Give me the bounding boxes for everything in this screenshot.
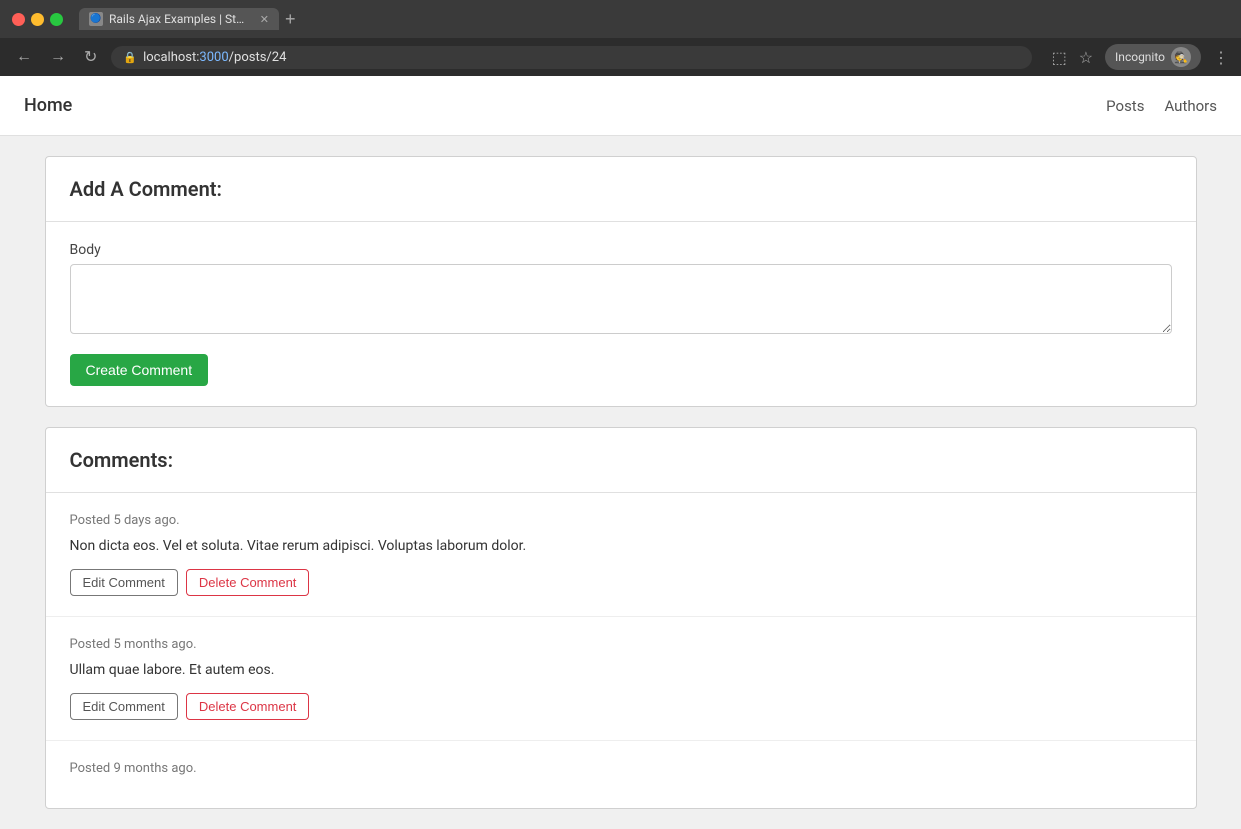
delete-comment-button[interactable]: Delete Comment	[186, 693, 310, 720]
minimize-window-button[interactable]	[31, 13, 44, 26]
incognito-label: Incognito	[1115, 50, 1165, 64]
comment-item: Posted 9 months ago.	[46, 741, 1196, 808]
edit-comment-button[interactable]: Edit Comment	[70, 569, 178, 596]
comment-meta: Posted 5 days ago.	[70, 513, 1172, 528]
url-prefix: localhost:	[143, 50, 199, 65]
body-textarea[interactable]	[70, 264, 1172, 334]
incognito-avatar: 🕵	[1171, 47, 1191, 67]
nav-brand[interactable]: Home	[24, 95, 72, 116]
comment-meta: Posted 9 months ago.	[70, 761, 1172, 776]
browser-chrome: 🔵 Rails Ajax Examples | Steve Po ✕ + ← →…	[0, 0, 1241, 76]
add-comment-title: Add A Comment:	[70, 177, 1172, 201]
delete-comment-button[interactable]: Delete Comment	[186, 569, 310, 596]
tab-close-icon[interactable]: ✕	[260, 13, 269, 26]
address-text: localhost:3000/posts/24	[143, 50, 1019, 65]
tab-title: Rails Ajax Examples | Steve Po	[109, 12, 250, 26]
comment-body: Ullam quae labore. Et autem eos.	[70, 660, 1172, 681]
comment-item: Posted 5 days ago. Non dicta eos. Vel et…	[46, 493, 1196, 617]
new-tab-button[interactable]: +	[285, 9, 296, 30]
navbar: Home Posts Authors	[0, 76, 1241, 136]
add-comment-card-header: Add A Comment:	[46, 157, 1196, 222]
browser-toolbar-right: ⬚ ☆ Incognito 🕵 ⋮	[1052, 44, 1229, 70]
add-comment-card: Add A Comment: Body Create Comment	[45, 156, 1197, 407]
tab-favicon: 🔵	[89, 12, 103, 26]
active-tab[interactable]: 🔵 Rails Ajax Examples | Steve Po ✕	[79, 8, 279, 30]
nav-link-posts[interactable]: Posts	[1106, 97, 1144, 115]
comments-section: Comments: Posted 5 days ago. Non dicta e…	[45, 427, 1197, 809]
more-options-icon[interactable]: ⋮	[1213, 48, 1229, 67]
main-content: Add A Comment: Body Create Comment Comme…	[21, 136, 1221, 829]
edit-comment-button[interactable]: Edit Comment	[70, 693, 178, 720]
comment-body: Non dicta eos. Vel et soluta. Vitae reru…	[70, 536, 1172, 557]
comments-title: Comments:	[70, 448, 1172, 472]
back-button[interactable]: ←	[12, 46, 36, 68]
comments-header: Comments:	[46, 428, 1196, 493]
comment-item: Posted 5 months ago. Ullam quae labore. …	[46, 617, 1196, 741]
body-form-group: Body	[70, 242, 1172, 338]
create-comment-button[interactable]: Create Comment	[70, 354, 209, 386]
window-controls	[12, 13, 63, 26]
screenshot-icon[interactable]: ⬚	[1052, 48, 1067, 67]
body-label: Body	[70, 242, 1172, 258]
close-window-button[interactable]	[12, 13, 25, 26]
comment-actions: Edit Comment Delete Comment	[70, 569, 1172, 596]
nav-link-authors[interactable]: Authors	[1164, 97, 1217, 115]
reload-button[interactable]: ↻	[80, 45, 101, 69]
title-bar: 🔵 Rails Ajax Examples | Steve Po ✕ +	[0, 0, 1241, 38]
url-port: 3000	[199, 50, 228, 65]
address-bar: ← → ↻ 🔒 localhost:3000/posts/24 ⬚ ☆ Inco…	[0, 38, 1241, 76]
tab-bar: 🔵 Rails Ajax Examples | Steve Po ✕ +	[79, 8, 1229, 30]
bookmark-icon[interactable]: ☆	[1079, 48, 1093, 67]
add-comment-card-body: Body Create Comment	[46, 222, 1196, 406]
comment-meta: Posted 5 months ago.	[70, 637, 1172, 652]
page-wrapper: Home Posts Authors Add A Comment: Body C…	[0, 76, 1241, 829]
nav-links: Posts Authors	[1106, 97, 1217, 115]
url-suffix: /posts/24	[229, 50, 287, 65]
forward-button[interactable]: →	[46, 46, 70, 68]
address-input[interactable]: 🔒 localhost:3000/posts/24	[111, 46, 1031, 69]
incognito-badge: Incognito 🕵	[1105, 44, 1201, 70]
comment-actions: Edit Comment Delete Comment	[70, 693, 1172, 720]
lock-icon: 🔒	[123, 51, 137, 64]
maximize-window-button[interactable]	[50, 13, 63, 26]
